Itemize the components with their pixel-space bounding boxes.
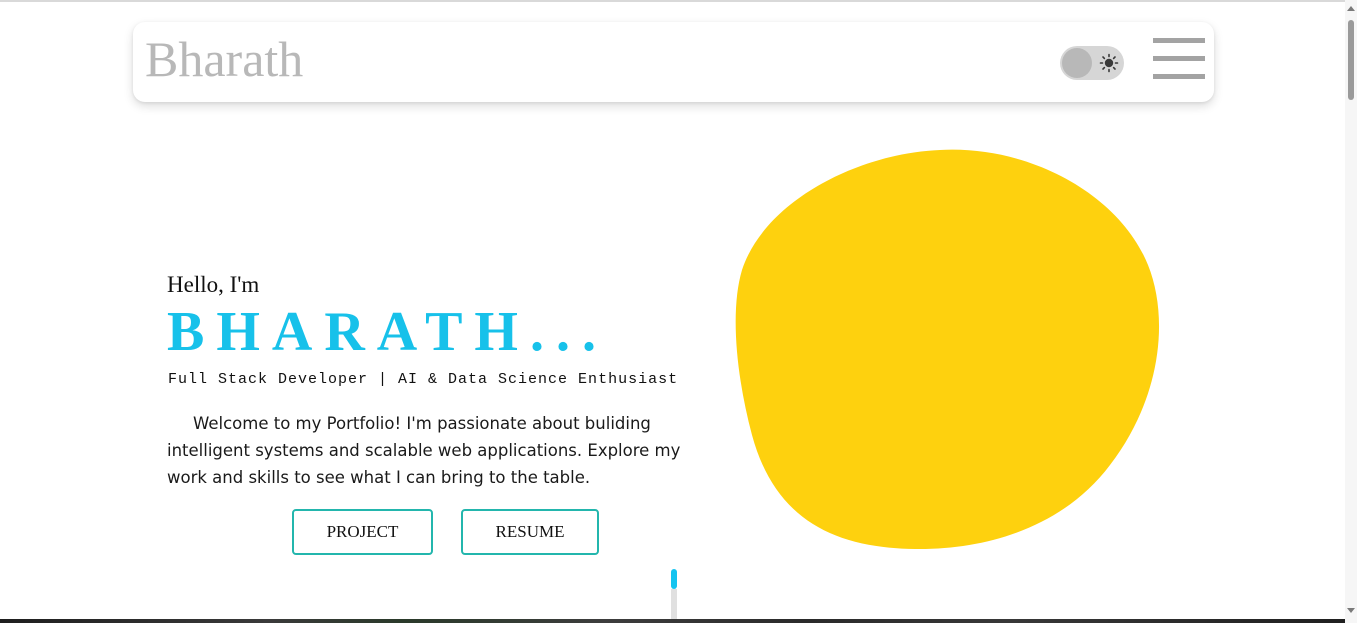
browser-scrollbar[interactable] — [1345, 0, 1357, 623]
menu-bar-middle — [1153, 56, 1205, 61]
brand-logo[interactable]: Bharath — [145, 34, 303, 84]
project-button[interactable]: PROJECT — [292, 509, 433, 555]
menu-bar-top — [1153, 38, 1205, 43]
scroll-up-arrow-icon[interactable] — [1347, 6, 1355, 11]
sun-icon — [1099, 53, 1119, 73]
scroll-down-indicator[interactable] — [671, 569, 677, 623]
hero-blob-image — [735, 149, 1160, 550]
browser-top-edge — [0, 0, 1357, 2]
toggle-knob — [1062, 48, 1092, 78]
hero-intro: Welcome to my Portfolio! I'm passionate … — [167, 414, 681, 487]
hero-greeting: Hello, I'm — [167, 272, 260, 297]
resume-button[interactable]: RESUME — [461, 509, 599, 555]
scroll-indicator-track — [671, 589, 677, 623]
taskbar-edge — [0, 619, 1345, 623]
theme-toggle[interactable] — [1060, 46, 1124, 80]
scroll-down-arrow-icon[interactable] — [1347, 608, 1355, 613]
hero-name: BHARATH... — [167, 301, 608, 363]
hamburger-menu-icon[interactable] — [1153, 36, 1205, 82]
navbar: Bharath — [133, 22, 1214, 102]
hero-role: Full Stack Developer | AI & Data Science… — [168, 371, 679, 388]
menu-bar-bottom — [1153, 74, 1205, 79]
scroll-indicator-dot — [671, 569, 677, 589]
scrollbar-thumb[interactable] — [1348, 20, 1354, 100]
